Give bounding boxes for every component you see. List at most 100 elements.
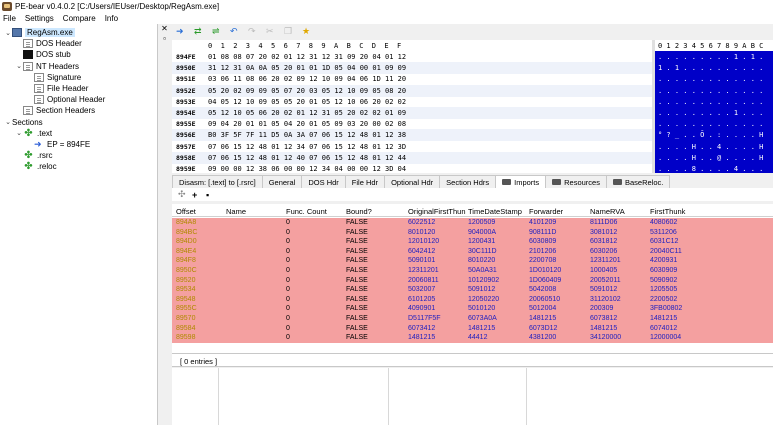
column-header[interactable]: Offset [176,207,196,216]
menu-info[interactable]: Info [105,14,118,23]
add-icon[interactable]: + [192,190,206,200]
table-row[interactable]: 894A8 0 FALSE 6022512 1200509 4101209 8111D06 4… [172,218,773,228]
ascii-row[interactable]: . . . . H . . @ . . . . H [658,154,763,166]
tree-item[interactable]: ✤ .reloc [15,161,56,172]
hex-row[interactable]: 8956E B0 3F 5F 7F 11 D5 0A 3A 07 06 15 12… [172,129,652,142]
hex-row[interactable]: 8955E 09 04 20 01 01 05 04 20 01 05 09 03… [172,118,652,130]
table-row[interactable]: 894E4 0 FALSE 6042412 30C111D 2101206 6030206 2… [172,246,773,257]
expand-arrow-icon[interactable]: ⌄ [15,62,23,70]
column-header[interactable]: NameRVA [590,207,625,216]
hex-bytes[interactable]: 03 06 11 08 06 20 02 09 12 10 09 04 06 1… [208,75,406,83]
table-row[interactable]: 89534 0 FALSE 5032007 5091012 5042008 5091012 1… [172,285,773,295]
hex-bytes[interactable]: B0 3F 5F 7F 11 D5 0A 3A 07 06 15 12 48 0… [208,131,406,139]
table-row[interactable]: 89598 0 FALSE 1481215 44412 4381200 34120000 12… [172,333,773,343]
ascii-row[interactable]: 1 . 1 . . . . . . . . . . [658,64,763,76]
expand-arrow-icon[interactable]: ⌄ [4,29,12,37]
tab-file-hdr[interactable]: File Hdr [344,175,386,188]
tree-item[interactable]: File Header [26,83,88,94]
table-row[interactable]: 89570 0 FALSE D5117F5F 6073A0A 1481215 6073812… [172,314,773,324]
hex-bytes[interactable]: 07 06 15 12 48 01 12 40 07 06 15 12 48 0… [208,154,406,162]
column-header[interactable]: Bound? [346,207,372,216]
close-icon[interactable]: ✕ [159,24,170,34]
hex-view[interactable]: 894FE 01 08 08 07 20 02 01 12 31 12 31 09… [172,51,652,173]
ascii-view[interactable]: . . . . . . . . . 1 . 1 .1 . 1 . . . . .… [655,51,773,173]
hex-row[interactable]: 8954E 05 12 10 05 06 20 02 01 12 31 05 20… [172,107,652,119]
pin-icon[interactable]: ▫ [159,34,170,44]
column-header[interactable]: Name [226,207,246,216]
column-header[interactable]: Func. Count [286,207,327,216]
hex-bytes[interactable]: 09 04 20 01 01 05 04 20 01 05 09 03 20 0… [208,120,406,128]
ascii-row[interactable]: . . . . . . . . . 1 . 1 . [658,53,763,65]
hex-bytes[interactable]: 05 20 02 09 09 05 07 20 03 05 12 10 09 0… [208,87,406,95]
column-header[interactable]: OriginalFirstThun [408,207,466,216]
hex-row[interactable]: 8959E 09 00 00 12 38 06 00 00 12 34 04 00… [172,163,652,173]
hex-bytes[interactable]: 07 06 15 12 48 01 12 34 07 06 15 12 48 0… [208,143,406,151]
table-row[interactable]: 89548 0 FALSE 6101205 12050220 20060510 311201… [172,294,773,305]
tree-item[interactable]: ⌄ RegAsm.exe [4,27,75,38]
table-row[interactable]: 89520 0 FALSE 20060811 10120902 1D060409 20052… [172,275,773,286]
go-to-rva-icon[interactable]: ⇌ [212,26,230,37]
tree-item[interactable]: ⌄ ✤ .text [15,128,52,139]
table-row[interactable]: 894F8 0 FALSE 5090101 8010220 2200708 12311201… [172,256,773,266]
tree-item[interactable]: Optional Header [26,94,105,105]
tree-item[interactable]: ✤ .rsrc [15,150,52,161]
column-header[interactable]: FirstThunk [650,207,685,216]
tree-item[interactable]: DOS stub [15,49,71,60]
move-icon[interactable]: ✣ [178,189,192,200]
tree-item[interactable]: Section Headers [15,105,95,116]
arrow-right-icon[interactable]: ➜ [176,26,194,37]
table-row[interactable]: 8955C 0 FALSE 4090901 5010120 5012004 200309 3F… [172,304,773,314]
undo-icon[interactable]: ↶ [230,26,248,37]
redo-icon[interactable]: ↷ [248,26,266,37]
tab-optional-hdr[interactable]: Optional Hdr [384,175,441,188]
save-icon[interactable]: ▪ [206,190,220,200]
hex-row[interactable]: 894FE 01 08 08 07 20 02 01 12 31 12 31 09… [172,51,652,63]
hex-bytes[interactable]: 01 08 08 07 20 02 01 12 31 12 31 09 20 0… [208,53,406,61]
expand-arrow-icon[interactable]: ⌄ [4,118,12,126]
tab-basereloc[interactable]: BaseReloc. [605,175,671,188]
column-header[interactable]: TimeDateStamp [468,207,522,216]
hex-row[interactable]: 8958E 07 06 15 12 48 01 12 40 07 06 15 12… [172,151,652,164]
ascii-row[interactable]: . . . . . . . . . . . . . [658,98,763,110]
functions-table[interactable] [172,368,773,425]
hex-bytes[interactable]: 05 12 10 05 06 20 02 01 12 31 05 20 02 0… [208,109,406,117]
tab-general[interactable]: General [261,175,303,188]
tree-item[interactable]: ⌄ Sections [4,117,43,128]
ascii-row[interactable]: . . . . H . . 4 . . . . H [658,143,763,155]
tree-item[interactable]: ➜ EP = 894FE [26,139,90,150]
hex-row[interactable]: 8957E 07 06 15 12 48 01 12 34 07 06 15 12… [172,141,652,153]
tab-section-hdrs[interactable]: Section Hdrs [439,175,497,188]
menu-file[interactable]: File [3,14,16,23]
hex-row[interactable]: 8950E 31 12 31 0A 0A 05 20 01 01 1D 05 04… [172,62,652,75]
ascii-row[interactable]: ° ? _ . . Õ . : . . . . H [658,131,763,143]
hex-bytes[interactable]: 09 00 00 12 38 06 00 00 12 34 04 00 00 1… [208,165,406,173]
tab-dos-hdr[interactable]: DOS Hdr [301,175,346,188]
ascii-row[interactable]: . . . . . . . . . . . . . [658,75,763,87]
tree-item[interactable]: Signature [26,72,81,83]
ascii-row[interactable]: . . . . . . . . . . . . . [658,87,763,99]
tab-imports[interactable]: Imports [495,175,547,188]
copy-icon[interactable]: ❐ [284,26,302,37]
ascii-row[interactable]: . . . . 8 . . . . 4 . . . [658,165,763,173]
ascii-row[interactable]: . . . . . . . . . 1 . . . [658,109,763,121]
column-header[interactable]: Forwarder [529,207,563,216]
table-row[interactable]: 894BC 0 FALSE 8010120 904000A 908111D 3081012 5… [172,227,773,238]
expand-arrow-icon[interactable]: ⌄ [15,129,23,137]
tab-resources[interactable]: Resources [545,175,607,188]
menu-compare[interactable]: Compare [63,14,96,23]
hex-row[interactable]: 8951E 03 06 11 08 06 20 02 09 12 10 09 04… [172,73,652,85]
table-row[interactable]: 89584 0 FALSE 6073412 1481215 6073D12 1481215 6… [172,323,773,334]
table-row[interactable]: 8950C 0 FALSE 12311201 50A0A31 1D010120 100040… [172,266,773,276]
tree-item[interactable]: DOS Header [15,38,82,49]
tab-disasm-text-to-rsrc[interactable]: Disasm: [.text] to [.rsrc] [172,175,263,188]
hex-bytes[interactable]: 04 05 12 10 09 05 05 20 01 05 12 10 06 2… [208,98,406,106]
hex-bytes[interactable]: 31 12 31 0A 0A 05 20 01 01 1D 05 04 00 0… [208,64,406,72]
tree-item[interactable]: ⌄ NT Headers [15,61,79,72]
table-row[interactable]: 894D0 0 FALSE 12010120 1200431 6030809 6031812… [172,237,773,247]
menu-settings[interactable]: Settings [25,14,54,23]
hex-row[interactable]: 8952E 05 20 02 09 09 05 07 20 03 05 12 10… [172,84,652,97]
cut-icon[interactable]: ✂ [266,26,284,37]
hex-row[interactable]: 8953E 04 05 12 10 09 05 05 20 01 05 12 10… [172,96,652,108]
go-to-entrypoint-icon[interactable]: ⇄ [194,26,212,37]
star-icon[interactable]: ★ [302,26,320,37]
